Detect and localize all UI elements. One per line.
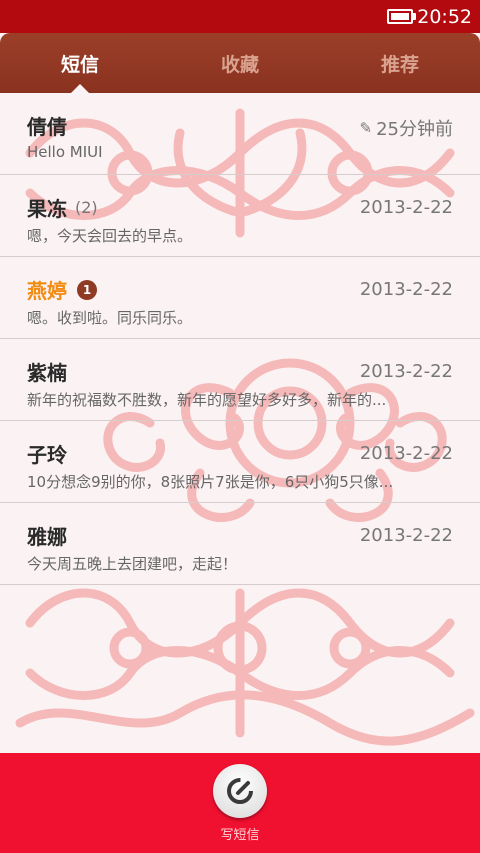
contact-name-text: 紫楠 [27,361,67,385]
pencil-icon: ✎ [359,119,373,137]
contact-name: 雅娜 [27,521,67,550]
message-preview: 嗯。收到啦。同乐同乐。 [27,309,193,327]
bottom-bar: 写短信 [0,753,480,853]
message-time: 2013-2-22 [359,197,453,218]
contact-name: 燕婷 1 [27,275,97,304]
contact-name-text: 倩倩 [27,115,67,139]
contact-name: 紫楠 [27,357,67,386]
compose-label: 写短信 [220,828,260,843]
list-item[interactable]: 雅娜 2013-2-22 今天周五晚上去团建吧，走起！ [0,503,480,585]
contact-name: 果冻 (2) [27,193,98,222]
compose-icon [227,778,253,804]
message-preview: 新年的祝福数不胜数，新年的愿望好多好多，新年的... [27,391,387,409]
tab-sms[interactable]: 短信 [0,33,160,93]
contact-name-text: 果冻 [27,197,67,221]
message-preview: 今天周五晚上去团建吧，走起！ [27,555,238,573]
list-item[interactable]: 果冻 (2) 2013-2-22 嗯，今天会回去的早点。 [0,175,480,257]
list-item[interactable]: 倩倩 ✎ 25分钟前 Hello MIUI [0,93,480,175]
battery-icon [387,9,417,24]
compose-button[interactable] [213,764,267,818]
list-item[interactable]: 子玲 2013-2-22 10分想念9别的你，8张照片7张是你，6只小狗5只像.… [0,421,480,503]
contact-name: 子玲 [27,439,67,468]
conversation-list: 倩倩 ✎ 25分钟前 Hello MIUI 果冻 (2) 2013-2-22 嗯… [0,93,480,585]
contact-name-text: 燕婷 [27,279,67,303]
tab-bar: 短信 收藏 推荐 [0,33,480,93]
unread-badge: 1 [77,279,97,300]
contact-name-text: 雅娜 [27,525,67,549]
contact-name: 倩倩 [27,111,67,140]
status-bar: 20:52 [0,0,480,33]
tab-label: 收藏 [220,53,259,76]
tab-label: 推荐 [380,53,419,76]
tab-label: 短信 [60,53,99,76]
message-preview: Hello MIUI [27,143,103,161]
list-item[interactable]: 紫楠 2013-2-22 新年的祝福数不胜数，新年的愿望好多好多，新年的... [0,339,480,421]
message-time-text: 25分钟前 [376,119,453,140]
message-time: 2013-2-22 [359,279,453,300]
message-preview: 10分想念9别的你，8张照片7张是你，6只小狗5只像... [27,473,394,491]
status-time: 20:52 [417,5,472,28]
message-time: 2013-2-22 [359,361,453,382]
message-count: (2) [75,198,98,217]
message-time: 2013-2-22 [359,443,453,464]
tab-recommended[interactable]: 推荐 [320,33,480,93]
contact-name-text: 子玲 [27,443,67,467]
message-preview: 嗯，今天会回去的早点。 [27,227,193,245]
list-item[interactable]: 燕婷 1 2013-2-22 嗯。收到啦。同乐同乐。 [0,257,480,339]
tab-favorites[interactable]: 收藏 [160,33,320,93]
message-time: ✎ 25分钟前 [360,115,453,141]
message-time: 2013-2-22 [359,525,453,546]
